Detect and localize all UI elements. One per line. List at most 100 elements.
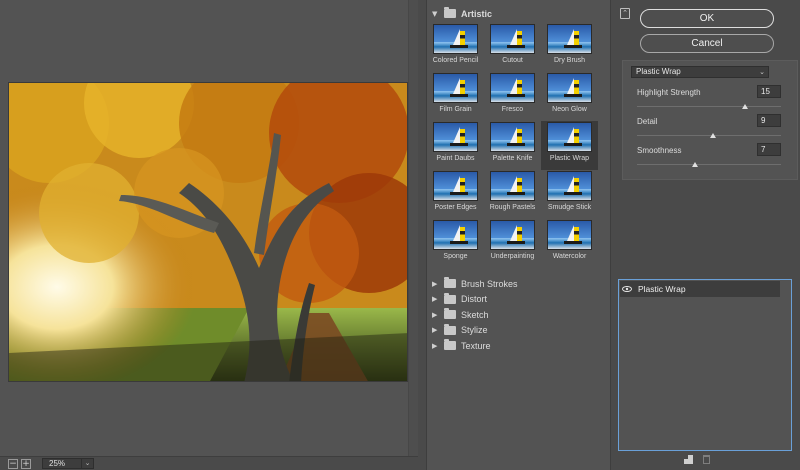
triangle-right-icon[interactable]: ▶ bbox=[432, 311, 439, 319]
triangle-right-icon[interactable]: ▶ bbox=[432, 295, 439, 303]
filter-thumbnail-label: Plastic Wrap bbox=[549, 155, 590, 162]
param-value-input[interactable]: 7 bbox=[757, 143, 781, 156]
param-value-input[interactable]: 15 bbox=[757, 85, 781, 98]
triangle-right-icon[interactable]: ▶ bbox=[432, 280, 439, 288]
slider-handle[interactable] bbox=[710, 133, 717, 138]
triangle-down-icon[interactable]: ▼ bbox=[432, 10, 439, 18]
slider-handle[interactable] bbox=[742, 104, 748, 109]
effect-layer-name: Plastic Wrap bbox=[638, 284, 686, 294]
zoom-in-button[interactable]: + bbox=[21, 458, 31, 469]
filter-thumbnail[interactable]: Film Grain bbox=[427, 72, 484, 121]
preview-scrollbar[interactable] bbox=[408, 0, 418, 456]
collapse-gallery-icon[interactable]: ⌃ bbox=[620, 8, 630, 19]
folder-icon bbox=[444, 292, 456, 304]
filter-thumbnail-label: Cutout bbox=[502, 57, 523, 64]
filter-thumbnail[interactable]: Paint Daubs bbox=[427, 121, 484, 170]
slider-track[interactable] bbox=[637, 135, 781, 136]
filter-thumbnail-label: Sponge bbox=[443, 253, 468, 260]
ok-button[interactable]: OK bbox=[640, 9, 774, 28]
preview-image[interactable] bbox=[8, 82, 408, 382]
filter-select[interactable]: Plastic Wrap ⌄ bbox=[631, 66, 769, 78]
filter-thumbnail-label: Dry Brush bbox=[553, 57, 586, 64]
filter-thumbnail[interactable]: Poster Edges bbox=[427, 170, 484, 219]
filter-thumbnail[interactable]: Sponge bbox=[427, 219, 484, 268]
folder-icon bbox=[444, 339, 456, 351]
trash-icon[interactable] bbox=[703, 455, 710, 464]
filter-thumbnail[interactable]: Watercolor bbox=[541, 219, 598, 268]
filter-thumbnail[interactable]: Rough Pastels bbox=[484, 170, 541, 219]
filter-thumbnail[interactable]: Underpainting bbox=[484, 219, 541, 268]
zoom-level-select[interactable]: 25% ⌄ bbox=[42, 458, 94, 469]
category-list: ▶ Brush Strokes ▶ Distort ▶ Sketch ▶ Stylize ▶ Te… bbox=[427, 276, 610, 354]
gallery-scrollbar[interactable] bbox=[610, 0, 618, 470]
layers-footer bbox=[618, 455, 792, 467]
filter-thumbnail[interactable]: Cutout bbox=[484, 23, 541, 72]
preview-footer: − + 25% ⌄ bbox=[0, 456, 418, 470]
chevron-down-icon[interactable]: ⌄ bbox=[81, 459, 93, 468]
filter-thumbnail-image bbox=[547, 220, 592, 250]
param-smoothness: Smoothness 7 bbox=[637, 143, 781, 176]
effect-layers-panel: Plastic Wrap bbox=[618, 279, 792, 451]
category-label: Texture bbox=[461, 340, 491, 351]
param-value-input[interactable]: 9 bbox=[757, 114, 781, 127]
filter-thumbnail-image bbox=[490, 122, 535, 152]
filter-thumbnail-image bbox=[433, 171, 478, 201]
slider-handle[interactable] bbox=[691, 162, 698, 167]
triangle-right-icon[interactable]: ▶ bbox=[432, 326, 439, 334]
filter-thumbnail[interactable]: Fresco bbox=[484, 72, 541, 121]
filter-select-value: Plastic Wrap bbox=[636, 67, 681, 76]
filter-thumbnail-label: Paint Daubs bbox=[436, 155, 475, 162]
filter-thumbnail-image bbox=[490, 220, 535, 250]
filter-thumbnail[interactable]: Neon Glow bbox=[541, 72, 598, 121]
chevron-down-icon: ⌄ bbox=[759, 68, 765, 76]
slider-track[interactable] bbox=[637, 164, 781, 165]
filter-thumbnail-label: Underpainting bbox=[490, 253, 535, 260]
category-item[interactable]: ▶ Texture bbox=[427, 338, 610, 354]
param-label: Smoothness bbox=[637, 146, 682, 155]
effect-layer-row[interactable]: Plastic Wrap bbox=[620, 281, 780, 297]
filter-thumbnail-image bbox=[547, 171, 592, 201]
filter-settings: Plastic Wrap ⌄ Highlight Strength 15 Det… bbox=[622, 60, 798, 180]
filter-thumbnail[interactable]: Plastic Wrap bbox=[541, 121, 598, 170]
filter-thumbnail-label: Colored Pencil bbox=[432, 57, 479, 64]
filter-thumbnail-image bbox=[490, 73, 535, 103]
category-label: Artistic bbox=[461, 8, 493, 19]
folder-icon bbox=[444, 308, 456, 320]
filter-thumbnail-image bbox=[433, 220, 478, 250]
filter-thumbnail-grid: Colored Pencil Cutout Dry Brush Film Grain F… bbox=[427, 23, 610, 268]
filter-thumbnail-image bbox=[490, 24, 535, 54]
filter-thumbnail-image bbox=[547, 73, 592, 103]
folder-icon bbox=[444, 323, 456, 335]
settings-panel: ⌃ OK Cancel Plastic Wrap ⌄ Highlight Str… bbox=[618, 0, 800, 470]
filter-thumbnail-image bbox=[490, 171, 535, 201]
category-artistic[interactable]: ▼ Artistic bbox=[427, 6, 610, 21]
filter-thumbnail[interactable]: Dry Brush bbox=[541, 23, 598, 72]
filter-thumbnail-image bbox=[547, 122, 592, 152]
zoom-out-button[interactable]: − bbox=[8, 458, 18, 469]
category-item[interactable]: ▶ Distort bbox=[427, 292, 610, 308]
filter-thumbnail[interactable]: Palette Knife bbox=[484, 121, 541, 170]
new-effect-layer-icon[interactable] bbox=[684, 455, 693, 464]
filter-thumbnail-image bbox=[547, 24, 592, 54]
filter-thumbnail-label: Watercolor bbox=[552, 253, 587, 260]
category-item[interactable]: ▶ Stylize bbox=[427, 323, 610, 339]
category-label: Sketch bbox=[461, 309, 489, 320]
filter-thumbnail[interactable]: Smudge Stick bbox=[541, 170, 598, 219]
preview-pane: − + 25% ⌄ bbox=[0, 0, 418, 470]
filter-thumbnail-image bbox=[433, 73, 478, 103]
category-label: Stylize bbox=[461, 325, 488, 336]
slider-track[interactable] bbox=[637, 106, 781, 107]
category-item[interactable]: ▶ Brush Strokes bbox=[427, 276, 610, 292]
filter-thumbnail-label: Rough Pastels bbox=[489, 204, 536, 211]
filter-thumbnail-label: Poster Edges bbox=[434, 204, 477, 211]
filter-thumbnail[interactable]: Colored Pencil bbox=[427, 23, 484, 72]
category-item[interactable]: ▶ Sketch bbox=[427, 307, 610, 323]
cancel-button[interactable]: Cancel bbox=[640, 34, 774, 53]
zoom-level-value: 25% bbox=[49, 459, 66, 468]
filter-thumbnail-label: Smudge Stick bbox=[547, 204, 592, 211]
triangle-right-icon[interactable]: ▶ bbox=[432, 342, 439, 350]
filter-thumbnail-label: Palette Knife bbox=[492, 155, 533, 162]
filter-thumbnail-label: Fresco bbox=[501, 106, 524, 113]
filter-gallery: ▼ Artistic Colored Pencil Cutout Dry Brush… bbox=[426, 0, 610, 470]
eye-icon[interactable] bbox=[620, 281, 634, 297]
